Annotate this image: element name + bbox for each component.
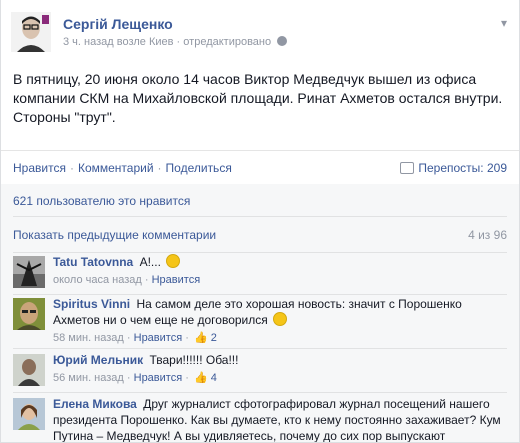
- post-edited[interactable]: отредактировано: [183, 36, 271, 48]
- comment-likes-count[interactable]: 4: [211, 372, 217, 384]
- comment-meta: 56 мин. назад · Нравится · 👍 4: [53, 372, 217, 384]
- like-button[interactable]: Нравится: [13, 161, 66, 175]
- post-actions: Нравится · Комментарий · Поделиться Пере…: [1, 150, 519, 184]
- smiley-emoticon-icon: [273, 312, 288, 326]
- comment-text: А!...: [139, 255, 161, 269]
- post-header: Сергій Лещенко 3 ч. назад возле Киев · о…: [11, 12, 509, 62]
- show-previous-comments-link[interactable]: Показать предыдущие комментарии: [13, 228, 216, 242]
- post-location[interactable]: возле Киев: [117, 36, 174, 48]
- post-time[interactable]: 3 ч. назад: [63, 36, 114, 48]
- author-name[interactable]: Сергій Лещенко: [63, 16, 173, 32]
- comments-count: 4 из 96: [468, 228, 507, 242]
- post-text: В пятницу, 20 июня около 14 часов Виктор…: [13, 71, 503, 125]
- commenter-avatar[interactable]: [13, 398, 45, 430]
- comment-meta: 58 мин. назад · Нравится · 👍 2: [53, 332, 217, 344]
- commenter-name[interactable]: Spiritus Vinni: [53, 297, 130, 311]
- share-button[interactable]: Поделиться: [166, 161, 232, 175]
- comment-item: Spiritus Vinni На самом деле это хорошая…: [13, 296, 507, 349]
- thumbs-up-icon: 👍: [193, 332, 208, 344]
- shares-count[interactable]: Перепосты: 209: [400, 161, 507, 175]
- comment-item: Юрий Мельник Твари!!!!!! Оба!!! 56 мин. …: [13, 350, 507, 393]
- actions-dot: ·: [157, 160, 162, 175]
- commenter-name[interactable]: Елена Микова: [53, 397, 137, 411]
- commenter-name[interactable]: Tatu Tatovnna: [53, 255, 133, 269]
- comment-button[interactable]: Комментарий: [78, 161, 154, 175]
- comment-item: Елена Микова Друг журналист сфотографиро…: [13, 394, 507, 442]
- globe-icon[interactable]: [277, 36, 288, 46]
- thumbs-up-icon: 👍: [193, 372, 208, 384]
- comment-like-button[interactable]: Нравится: [134, 372, 183, 384]
- comment-time[interactable]: около часа назад: [53, 274, 142, 286]
- commenter-name[interactable]: Юрий Мельник: [53, 353, 143, 367]
- meta-dot: ·: [176, 36, 181, 48]
- commenter-avatar[interactable]: [13, 256, 45, 288]
- comment-time[interactable]: 58 мин. назад: [53, 332, 124, 344]
- previous-comments-row: Показать предыдущие комментарии 4 из 96: [13, 218, 507, 253]
- post-meta: 3 ч. назад возле Киев · отредактировано: [63, 36, 288, 48]
- comment-time[interactable]: 56 мин. назад: [53, 372, 124, 384]
- likes-summary[interactable]: 621 пользователю это нравится: [13, 186, 507, 217]
- post-card: Сергій Лещенко 3 ч. назад возле Киев · о…: [0, 0, 520, 443]
- comment-text: Твари!!!!!! Оба!!!: [149, 353, 239, 367]
- actions-dot: ·: [69, 160, 74, 175]
- comment-likes-count[interactable]: 2: [211, 332, 217, 344]
- comment-item: Tatu Tatovnna А!... около часа назад · Н…: [13, 254, 507, 295]
- commenter-avatar[interactable]: [13, 354, 45, 386]
- comment-like-button[interactable]: Нравится: [152, 274, 201, 286]
- smiley-emoticon-icon: [166, 254, 181, 268]
- comment-meta: около часа назад · Нравится: [53, 274, 201, 286]
- share-icon: [400, 161, 415, 174]
- author-avatar[interactable]: [11, 12, 51, 52]
- chevron-down-icon[interactable]: ▾: [501, 16, 507, 30]
- shares-label: Перепосты: 209: [418, 160, 507, 175]
- comment-like-button[interactable]: Нравится: [134, 332, 183, 344]
- commenter-avatar[interactable]: [13, 298, 45, 330]
